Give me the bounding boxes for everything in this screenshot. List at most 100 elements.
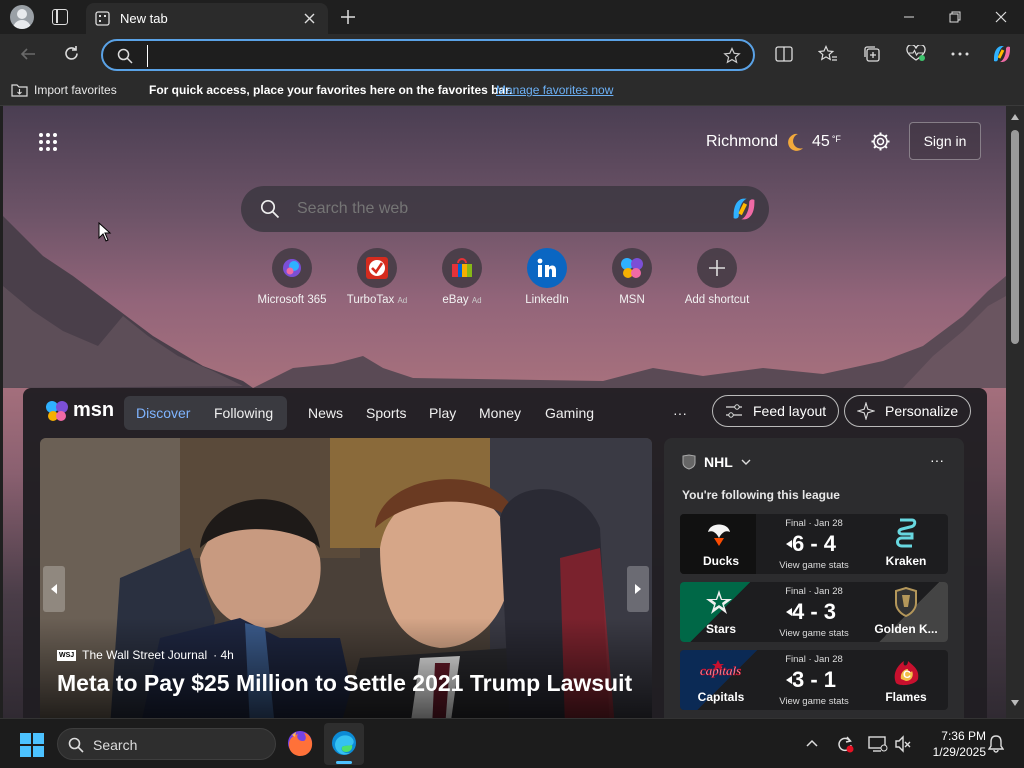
restore-button[interactable] bbox=[932, 0, 978, 34]
msn-butterfly-icon bbox=[46, 400, 68, 421]
view-game-stats-link[interactable]: View game stats bbox=[764, 696, 864, 707]
feed-layout-label: Feed layout bbox=[753, 403, 827, 419]
shortcut-label: TurboTax bbox=[346, 294, 395, 306]
game-capitals-flames[interactable]: capitals Capitals Final · Jan 28 3 - 1 V… bbox=[680, 650, 948, 710]
search-icon bbox=[117, 48, 133, 64]
taskbar-search-box[interactable]: Search bbox=[57, 728, 276, 760]
game-score: 3 - 1 bbox=[791, 667, 837, 692]
nav-more[interactable]: ··· bbox=[673, 405, 687, 421]
feed-tab-group: Discover Following bbox=[124, 396, 287, 430]
shortcut-microsoft-365[interactable]: Microsoft 365 bbox=[247, 248, 337, 306]
msn-brand: msn bbox=[73, 399, 115, 421]
edge-icon bbox=[332, 731, 356, 755]
settings-gear-icon[interactable] bbox=[870, 131, 891, 152]
shortcut-linkedin[interactable]: LinkedIn bbox=[502, 248, 592, 306]
import-favorites-link[interactable]: Import favorites bbox=[34, 83, 117, 97]
shortcut-add[interactable]: Add shortcut bbox=[672, 248, 762, 306]
nav-news[interactable]: News bbox=[308, 405, 343, 421]
sign-in-button[interactable]: Sign in bbox=[909, 122, 981, 160]
close-tab-icon[interactable] bbox=[304, 13, 315, 24]
scroll-down-arrow-icon[interactable] bbox=[1011, 700, 1019, 706]
ad-label: Ad bbox=[397, 296, 408, 305]
away-team-name: Kraken bbox=[885, 554, 927, 568]
kraken-logo-icon bbox=[896, 518, 917, 548]
article-age: · 4h bbox=[213, 648, 234, 662]
collections-button[interactable] bbox=[857, 40, 887, 68]
microsoft-365-icon bbox=[272, 248, 312, 288]
copilot-icon[interactable] bbox=[729, 196, 759, 222]
stars-logo-icon bbox=[706, 590, 732, 614]
web-search-input[interactable] bbox=[295, 196, 695, 222]
golden-knights-logo-icon bbox=[895, 587, 917, 617]
tab-actions-icon[interactable] bbox=[52, 9, 68, 25]
browser-essentials-button[interactable] bbox=[901, 40, 931, 68]
league-name: NHL bbox=[704, 454, 733, 470]
notification-bell-icon[interactable] bbox=[988, 735, 1004, 753]
view-game-stats-link[interactable]: View game stats bbox=[764, 628, 864, 639]
favorites-button[interactable] bbox=[813, 40, 843, 68]
nhl-header[interactable]: NHL bbox=[682, 454, 751, 470]
new-tab-plus-icon[interactable] bbox=[340, 9, 356, 25]
game-ducks-kraken[interactable]: Ducks Final · Jan 28 6 - 4 View game sta… bbox=[680, 514, 948, 574]
tab-following[interactable]: Following bbox=[214, 405, 273, 421]
sync-alert-icon[interactable] bbox=[836, 735, 854, 753]
firefox-icon bbox=[288, 731, 313, 756]
shortcut-turbotax[interactable]: TurboTax Ad bbox=[332, 248, 422, 306]
scroll-up-arrow-icon[interactable] bbox=[1011, 114, 1019, 120]
page-scrollbar[interactable] bbox=[1006, 106, 1024, 718]
personalize-label: Personalize bbox=[885, 403, 959, 419]
view-game-stats-link[interactable]: View game stats bbox=[764, 560, 864, 571]
nav-money[interactable]: Money bbox=[479, 405, 521, 421]
hero-article-card[interactable]: WSJ The Wall Street Journal · 4h Meta to… bbox=[40, 438, 652, 728]
minimize-icon bbox=[904, 16, 914, 18]
tab-discover[interactable]: Discover bbox=[136, 405, 190, 421]
favorites-bar: Import favorites For quick access, place… bbox=[0, 74, 1024, 106]
away-team-name: Golden K... bbox=[874, 622, 938, 636]
scrollbar-thumb[interactable] bbox=[1011, 130, 1019, 344]
carousel-next-button[interactable] bbox=[627, 566, 649, 612]
nhl-scores-card: NHL ··· You're following this league Duc… bbox=[664, 438, 964, 728]
manage-favorites-link[interactable]: Manage favorites now bbox=[496, 83, 613, 97]
web-search-box[interactable] bbox=[241, 186, 769, 232]
chevron-right-icon bbox=[635, 584, 641, 594]
split-screen-button[interactable] bbox=[769, 40, 799, 68]
favorite-star-icon[interactable] bbox=[723, 47, 741, 65]
address-bar[interactable] bbox=[101, 39, 755, 71]
turbotax-icon bbox=[357, 248, 397, 288]
nav-sports[interactable]: Sports bbox=[366, 405, 406, 421]
minimize-button[interactable] bbox=[886, 0, 932, 34]
taskbar-firefox[interactable] bbox=[286, 729, 316, 759]
add-plus-icon bbox=[697, 248, 737, 288]
away-team-name: Flames bbox=[885, 690, 927, 704]
tab-new-tab[interactable]: New tab bbox=[86, 3, 328, 34]
article-headline[interactable]: Meta to Pay $25 Million to Settle 2021 T… bbox=[57, 670, 632, 697]
refresh-icon[interactable] bbox=[62, 44, 81, 63]
nav-play[interactable]: Play bbox=[429, 405, 456, 421]
settings-more-button[interactable] bbox=[945, 40, 975, 68]
card-more-button[interactable]: ··· bbox=[930, 452, 944, 468]
address-input[interactable] bbox=[147, 45, 707, 67]
back-arrow-icon[interactable] bbox=[19, 45, 37, 63]
show-hidden-icons-chevron[interactable] bbox=[806, 739, 818, 747]
profile-avatar[interactable] bbox=[10, 5, 34, 29]
shortcut-ebay[interactable]: eBay Ad bbox=[417, 248, 507, 306]
start-button[interactable] bbox=[20, 733, 44, 757]
personalize-button[interactable]: Personalize bbox=[844, 395, 972, 427]
taskbar-search-label: Search bbox=[93, 737, 138, 753]
volume-muted-icon[interactable] bbox=[894, 735, 912, 753]
shortcut-msn[interactable]: MSN bbox=[587, 248, 677, 306]
favorites-bar-message: For quick access, place your favorites h… bbox=[149, 83, 513, 97]
taskbar-edge[interactable] bbox=[324, 723, 364, 765]
carousel-prev-button[interactable] bbox=[43, 566, 65, 612]
feed-layout-button[interactable]: Feed layout bbox=[712, 395, 840, 427]
game-stars-golden-knights[interactable]: Stars Final · Jan 28 4 - 3 View game sta… bbox=[680, 582, 948, 642]
msn-logo[interactable]: msn bbox=[45, 399, 114, 422]
network-icon[interactable] bbox=[868, 735, 888, 753]
apps-grid-icon[interactable] bbox=[38, 132, 58, 152]
waffle-icon bbox=[39, 133, 57, 151]
weather-widget[interactable]: Richmond 45 °F bbox=[706, 131, 841, 153]
system-clock[interactable]: 7:36 PM 1/29/2025 bbox=[920, 728, 986, 760]
copilot-button[interactable] bbox=[987, 40, 1017, 68]
close-window-button[interactable] bbox=[978, 0, 1024, 34]
nav-gaming[interactable]: Gaming bbox=[545, 405, 594, 421]
